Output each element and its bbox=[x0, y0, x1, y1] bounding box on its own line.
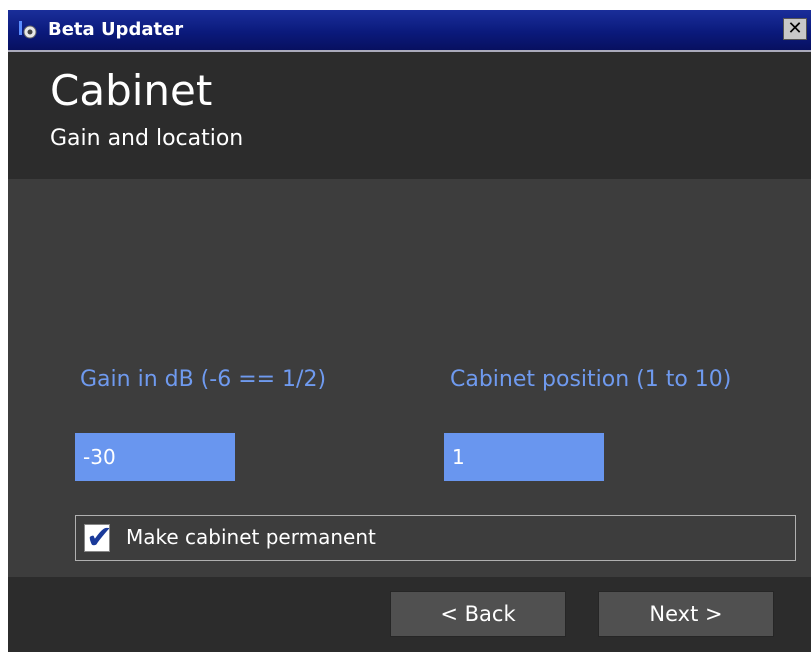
window-title: Beta Updater bbox=[48, 19, 184, 40]
gain-input[interactable] bbox=[75, 433, 235, 481]
permanent-checkbox-label: Make cabinet permanent bbox=[126, 525, 376, 549]
position-label: Cabinet position (1 to 10) bbox=[450, 367, 732, 392]
next-button[interactable]: Next > bbox=[598, 591, 774, 637]
checkmark-icon: ✔ bbox=[86, 518, 113, 556]
wizard-window: Beta Updater ✕ Cabinet Gain and location… bbox=[0, 0, 811, 652]
position-input[interactable] bbox=[444, 433, 604, 481]
close-icon: ✕ bbox=[787, 18, 803, 39]
permanent-checkbox-row[interactable]: ✔ Make cabinet permanent bbox=[75, 515, 796, 561]
page-title: Cabinet bbox=[50, 66, 213, 115]
title-bar[interactable]: Beta Updater ✕ bbox=[8, 10, 811, 52]
page-subtitle: Gain and location bbox=[50, 126, 244, 151]
wizard-header: Cabinet Gain and location bbox=[8, 52, 811, 179]
wizard-footer: < Back Next > bbox=[8, 577, 811, 652]
back-button[interactable]: < Back bbox=[390, 591, 566, 637]
permanent-checkbox[interactable]: ✔ bbox=[84, 518, 113, 556]
close-button[interactable]: ✕ bbox=[783, 18, 807, 40]
wizard-content: Gain in dB (-6 == 1/2) Cabinet position … bbox=[8, 179, 811, 577]
window-top-edge bbox=[0, 0, 811, 10]
app-icon bbox=[19, 21, 37, 39]
window-left-edge bbox=[0, 0, 8, 652]
gain-label: Gain in dB (-6 == 1/2) bbox=[80, 367, 327, 392]
